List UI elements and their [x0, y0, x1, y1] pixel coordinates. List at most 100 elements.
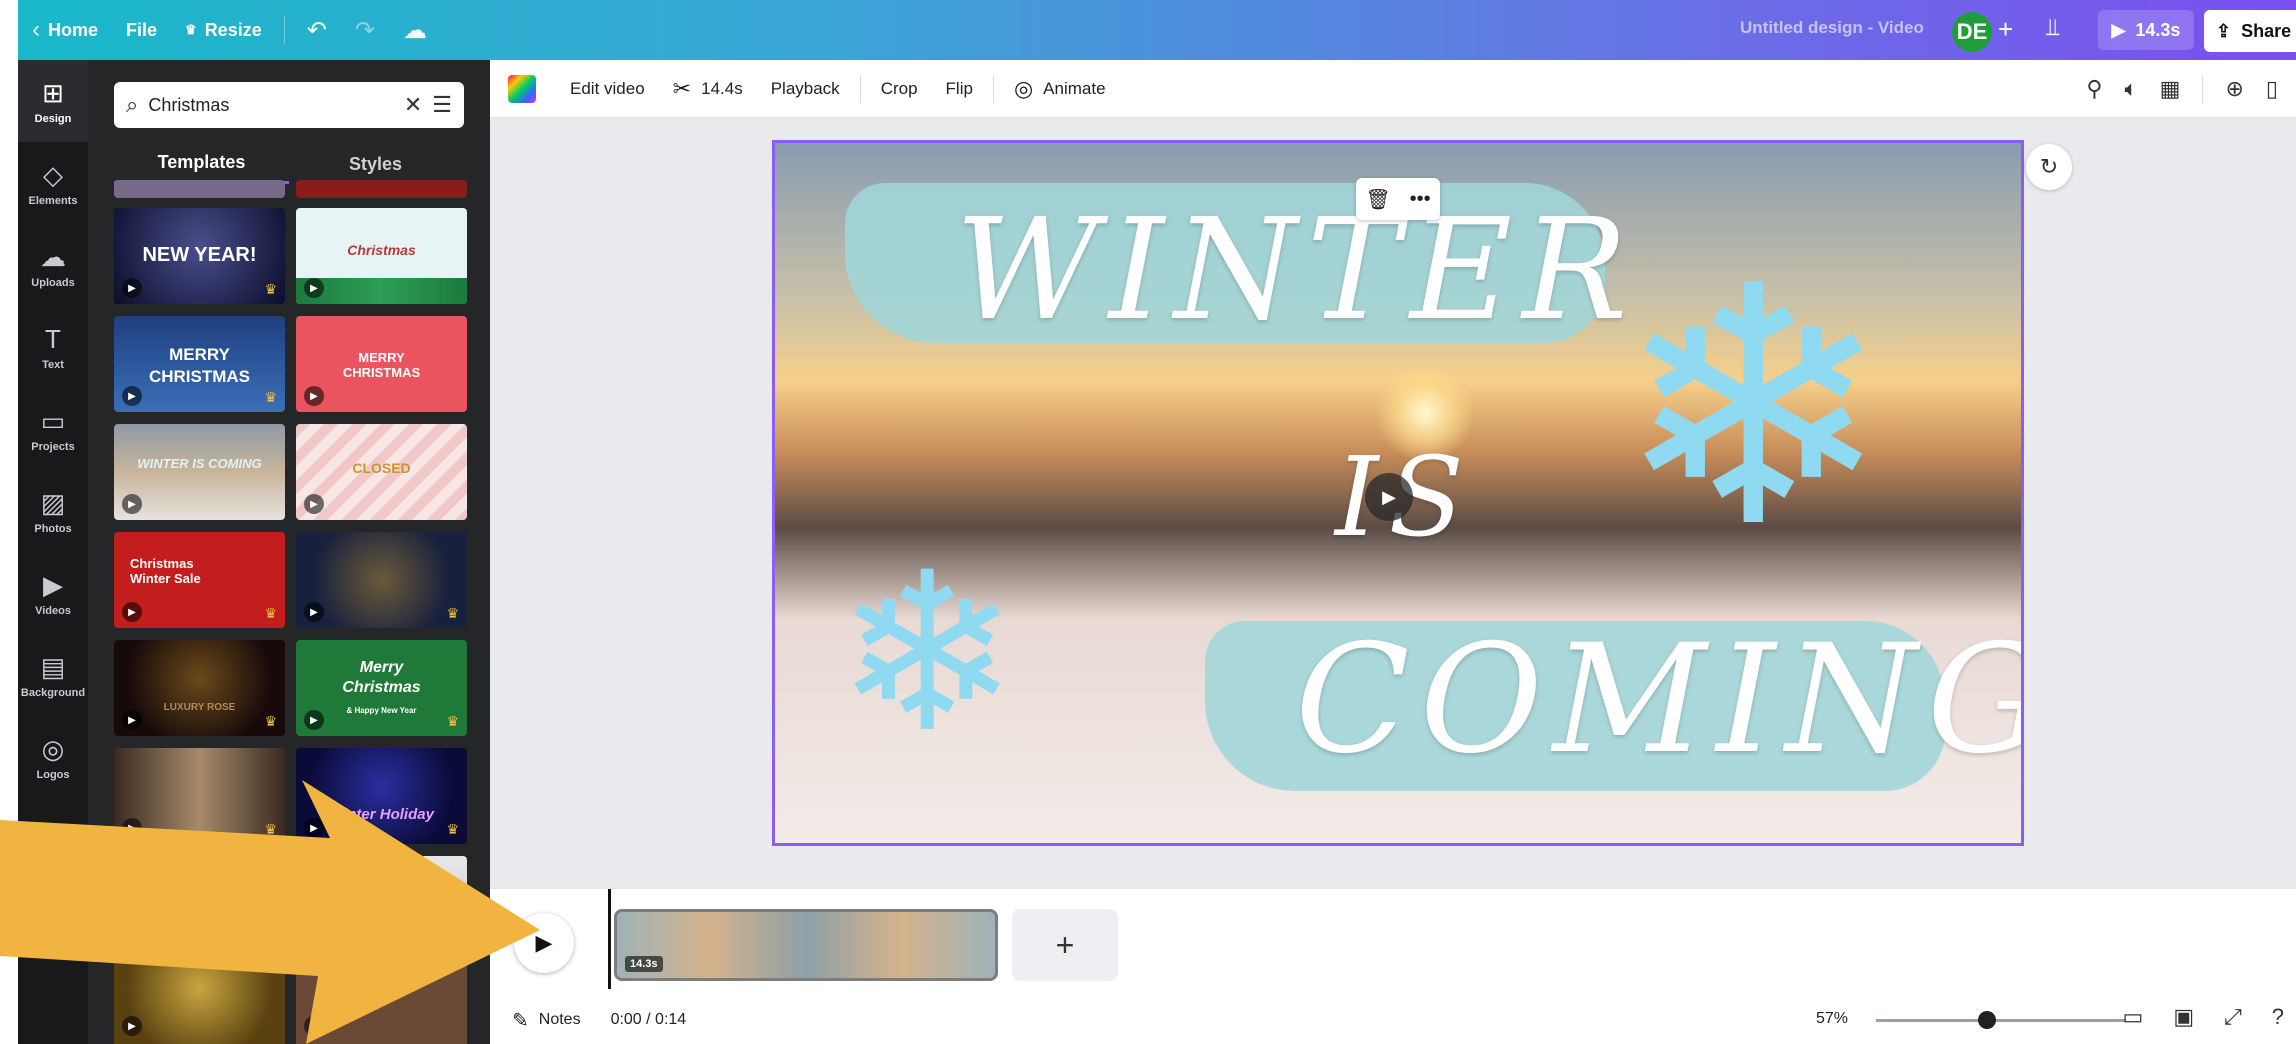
color-picker-button[interactable] [508, 74, 536, 103]
filter-icon[interactable]: ☰ [432, 92, 452, 118]
shapes-icon: ◇ [43, 159, 63, 190]
rail-item-background[interactable]: ▤ Background [18, 634, 88, 716]
rail-item-uploads[interactable]: ☁ Uploads [18, 224, 88, 306]
footer-right-icons: ▭ ▣ ⤢ ? [2123, 1004, 2284, 1030]
avatar[interactable]: DE [1952, 12, 1992, 52]
edit-video-button[interactable]: Edit video [556, 60, 659, 118]
rail-item-design[interactable]: ⊞ Design [18, 60, 88, 142]
lock-icon[interactable]: ⊕ [2225, 76, 2243, 102]
more-options-icon[interactable]: ••• [1410, 188, 1431, 211]
rail-label: Videos [35, 604, 71, 617]
annotation-arrow [0, 780, 540, 1044]
crown-icon: ♛ [446, 605, 459, 621]
rail-item-videos[interactable]: ▶ Videos [18, 552, 88, 634]
rail-item-projects[interactable]: ▭ Projects [18, 388, 88, 470]
crown-icon: ♛ [185, 22, 197, 37]
rail-item-text[interactable]: T Text [18, 306, 88, 388]
home-label: Home [48, 19, 99, 40]
crop-button[interactable]: Crop [867, 60, 932, 118]
playback-button[interactable]: Playback [757, 60, 854, 118]
snowflake-icon: ❄ [835, 530, 1020, 776]
annotation-arrow-shape [0, 780, 540, 1044]
pages-view-icon[interactable]: ▭ [2123, 1004, 2144, 1030]
rail-label: Photos [34, 522, 72, 535]
headline-word-3[interactable]: COMING [1295, 613, 2021, 787]
flip-button[interactable]: Flip [932, 60, 987, 118]
crown-icon: ♛ [264, 713, 277, 729]
zoom-level[interactable]: 57% [1816, 1010, 1848, 1028]
template-thumb[interactable]: Christmas Winter Sale ▶ ♛ [114, 532, 285, 628]
template-title: Christmas Winter Sale [130, 556, 201, 586]
search-input[interactable] [148, 94, 394, 116]
trash-icon[interactable]: ▯ [2266, 76, 2278, 102]
regenerate-button[interactable]: ↻ [2026, 144, 2072, 190]
search-box: ⌕ ✕ ☰ [114, 82, 464, 128]
video-play-overlay-icon[interactable]: ▶ [1365, 473, 1413, 521]
zoom-slider-track[interactable] [1876, 1019, 2126, 1022]
rail-label: Uploads [31, 276, 75, 289]
transparency-icon[interactable]: ▦ [2160, 76, 2181, 102]
crown-icon: ♛ [264, 389, 277, 405]
template-thumb[interactable]: Christmas ▶ [296, 208, 467, 304]
present-button[interactable]: ▶ 14.3s [2098, 10, 2194, 50]
editor-toolbar: Edit video ✂ 14.4s Playback Crop Flip ◎ … [490, 60, 2296, 118]
help-icon[interactable]: ? [2272, 1004, 2284, 1030]
add-clip-button[interactable]: + [1012, 909, 1118, 981]
redo-button[interactable]: ↷ [341, 0, 389, 60]
rail-item-elements[interactable]: ◇ Elements [18, 142, 88, 224]
file-menu[interactable]: File [112, 0, 171, 60]
cloud-save-button[interactable]: ☁ [389, 0, 441, 60]
template-thumb[interactable]: ▶♛ [296, 532, 467, 628]
rail-item-photos[interactable]: ▨ Photos [18, 470, 88, 552]
template-title: Christmas [347, 242, 416, 258]
add-user-button[interactable]: + [1998, 14, 2013, 45]
layout-icon: ⊞ [42, 77, 64, 108]
template-thumb[interactable]: CLOSED ▶ [296, 424, 467, 520]
page-count-icon[interactable]: ▣ [2173, 1004, 2194, 1030]
template-thumb[interactable]: MERRY CHRISTMAS ▶ [296, 316, 467, 412]
insights-icon[interactable]: ⫫ [2046, 14, 2060, 42]
crown-icon: ♛ [264, 605, 277, 621]
timeline-clip[interactable]: 14.3s [614, 909, 998, 981]
tab-templates[interactable]: Templates [114, 144, 289, 184]
animate-button[interactable]: ◎ Animate [1000, 60, 1120, 118]
trash-icon[interactable]: 🗑︎ [1365, 187, 1390, 212]
timeline: ▶ 14.3s + [490, 888, 2296, 996]
crown-icon: ♛ [264, 281, 277, 297]
template-thumb[interactable] [296, 180, 467, 198]
rail-label: Projects [31, 440, 75, 453]
divider [992, 74, 994, 103]
play-icon: ▶ [122, 710, 142, 730]
rail-label: Elements [28, 194, 78, 207]
home-button[interactable]: ‹ Home [18, 0, 112, 60]
trim-button[interactable]: ✂ 14.4s [659, 60, 757, 118]
share-button[interactable]: ⇪ Share [2204, 10, 2296, 52]
template-thumb[interactable] [114, 180, 285, 198]
template-thumb[interactable]: WINTER IS COMING ▶ [114, 424, 285, 520]
clear-icon[interactable]: ✕ [404, 92, 422, 118]
video-canvas[interactable]: WINTER IS COMING ❄ ❄ ▶ [772, 140, 2024, 846]
folder-icon: ▭ [40, 405, 66, 436]
divider [283, 16, 285, 44]
template-thumb[interactable]: NEW YEAR! ▶ ♛ [114, 208, 285, 304]
play-icon: ▶ [304, 386, 324, 406]
tab-styles[interactable]: Styles [288, 144, 463, 184]
fullscreen-icon[interactable]: ⤢ [2224, 1004, 2242, 1030]
zoom-slider-knob[interactable] [1978, 1011, 1996, 1029]
duration-label: 14.3s [2135, 19, 2181, 40]
design-title[interactable]: Untitled design - Video [1740, 18, 1924, 38]
paint-roller-icon[interactable]: ⚲ [2086, 76, 2102, 102]
template-thumb[interactable]: LUXURY ROSE ▶ ♛ [114, 640, 285, 736]
headline-word-1[interactable]: WINTER [955, 189, 1638, 352]
notes-button[interactable]: Notes [539, 1011, 581, 1029]
play-icon: ▶ [2111, 19, 2126, 40]
play-icon: ▶ [122, 278, 142, 298]
playhead[interactable] [608, 889, 611, 989]
resize-button[interactable]: ♛ Resize [171, 0, 276, 60]
toolbar-right-tools: ⚲ 🔈︎ ▦ ⊕ ▯ [2086, 60, 2296, 118]
template-thumb[interactable]: Merry Christmas & Happy New Year ▶ ♛ [296, 640, 467, 736]
template-thumb[interactable]: MERRY CHRISTMAS ▶ ♛ [114, 316, 285, 412]
volume-icon[interactable]: 🔈︎ [2124, 76, 2137, 102]
template-title: Merry Christmas [342, 659, 421, 696]
undo-button[interactable]: ↶ [293, 0, 341, 60]
